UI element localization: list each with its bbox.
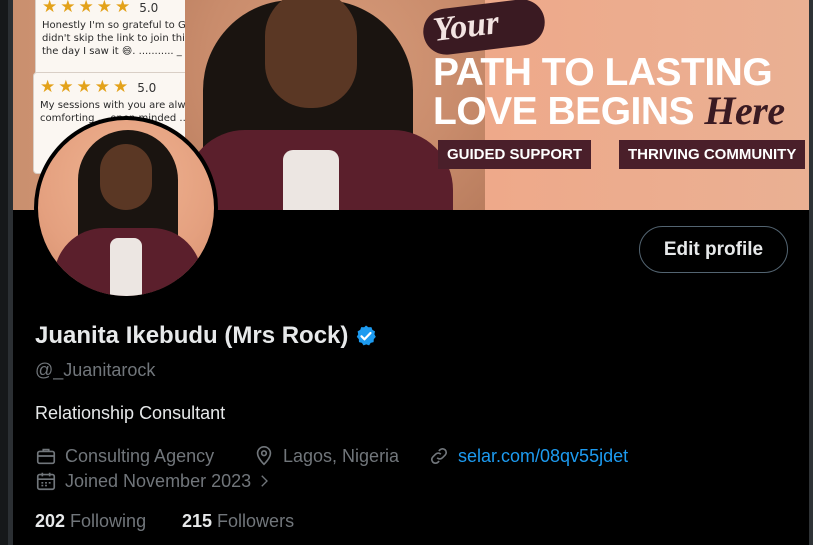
website-link[interactable]: selar.com/08qv55jdet <box>458 446 628 467</box>
review-stars: ★★★★★ <box>42 0 134 17</box>
name-row: Juanita Ikebudu (Mrs Rock) <box>35 322 378 350</box>
avatar-photo <box>38 120 214 296</box>
following-count: 202 <box>35 511 66 531</box>
followers-link[interactable]: 215 Followers <box>182 511 294 532</box>
website-item[interactable]: selar.com/08qv55jdet <box>428 445 628 467</box>
review-stars: ★★★★★ <box>40 77 132 97</box>
location-item: Lagos, Nigeria <box>253 445 399 467</box>
guided-support-tag: GUIDED SUPPORT <box>438 140 592 169</box>
your-text: Your <box>430 4 502 49</box>
chevron-right-icon[interactable] <box>255 472 273 490</box>
verified-badge-icon[interactable] <box>354 324 378 348</box>
location-pin-icon <box>256 446 272 466</box>
following-link[interactable]: 202 Following <box>35 511 146 532</box>
review-rating: 5.0 <box>139 1 159 15</box>
location-label: Lagos, Nigeria <box>283 445 400 466</box>
followers-count: 215 <box>182 511 213 531</box>
right-window-edge <box>809 0 813 545</box>
banner-photo-top <box>283 150 339 210</box>
banner-headline: PATH TO LASTING LOVE BEGINS Here <box>433 51 785 133</box>
avatar[interactable] <box>34 116 218 300</box>
display-name: Juanita Ikebudu (Mrs Rock) <box>35 322 349 349</box>
followers-label: Followers <box>217 511 295 531</box>
category-item: Consulting Agency <box>35 445 214 467</box>
thriving-community-tag: THRIVING COMMUNITY <box>619 140 806 169</box>
briefcase-icon <box>36 448 56 465</box>
review-rating: 5.0 <box>137 81 157 95</box>
category-label: Consulting Agency <box>65 445 215 466</box>
banner-photo-face <box>265 0 357 108</box>
avatar-face <box>100 144 152 210</box>
bio: Relationship Consultant <box>35 403 226 423</box>
user-handle: @_Juanitarock <box>35 360 156 380</box>
headline-here: Here <box>704 88 785 133</box>
headline-line-1: PATH TO LASTING <box>433 51 773 94</box>
avatar-top <box>110 238 142 296</box>
joined-label: Joined November 2023 <box>65 470 252 491</box>
calendar-icon <box>36 472 56 491</box>
joined-item[interactable]: Joined November 2023 <box>35 470 273 492</box>
link-icon <box>430 447 448 465</box>
edit-profile-button[interactable]: Edit profile <box>639 226 788 273</box>
following-label: Following <box>70 511 147 531</box>
headline-line-2: LOVE BEGINS <box>433 90 695 133</box>
